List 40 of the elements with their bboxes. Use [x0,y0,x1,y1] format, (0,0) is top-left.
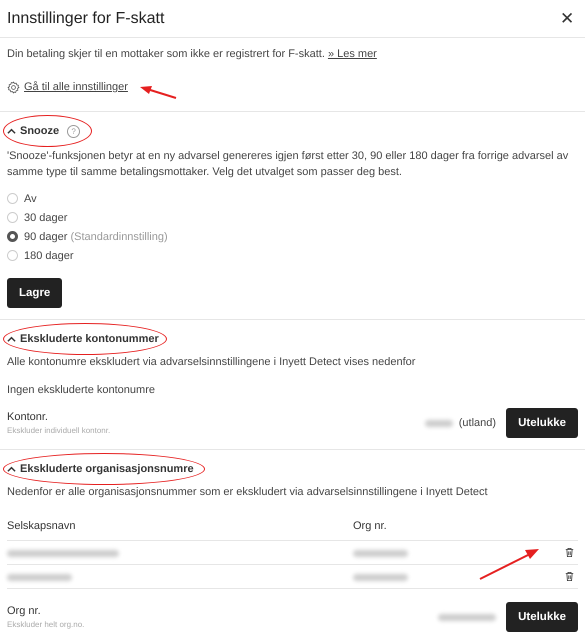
description-text: 'Snooze'-funksjonen betyr at en ny advarsel genereres igjen først etter 30, 90 eller 180 dager fra forrige advarsel av samme type til samme betalingsmottaker. Velg det utvalget som passer deg best. [7,149,570,180]
radio-label: 90 dager [24,230,68,242]
radio-label: Av [24,192,37,204]
empty-state-text: Ingen ekskluderte kontonumre [7,384,156,396]
radio-label: 30 dager [24,212,68,224]
collapse-icon[interactable] [7,464,16,474]
field-suffix: (utland) [458,417,496,429]
field-hint: Ekskluder individuell kontonr. [7,426,112,435]
exclude-button[interactable]: Utelukke [506,602,578,632]
column-header: Org nr. [353,520,388,532]
save-button[interactable]: Lagre [7,278,62,308]
description-text: Nedenfor er alle organisasjonsnummer som er ekskludert via advarselsinnstillingene i Inyett Detect [7,486,489,498]
field-hint: Ekskluder helt org.no. [7,620,86,629]
section-title: Ekskluderte organisasjonsnumre [20,463,194,475]
read-more-link[interactable]: » Les mer [328,48,377,60]
redacted-text [424,420,453,426]
intro-text: Din betaling skjer til en mottaker som ikke er registrert for F-skatt. » Les mer [7,48,378,60]
section-title: Snooze [20,125,60,137]
radio-label: 180 dager [24,250,74,262]
trash-icon[interactable] [565,547,574,558]
redacted-text [438,614,496,620]
radio-note: (Standardinnstilling) [70,230,168,242]
field-label: Org nr. [7,605,42,617]
close-button[interactable]: ✕ [556,8,578,29]
annotation-arrow [478,547,540,581]
description-text: Alle kontonumre ekskludert via advarselsinnstillingene i Inyett Detect vises nedenfor [7,356,416,368]
dialog-title: Innstillinger for F-skatt [7,10,164,28]
field-label: Kontonr. [7,411,49,423]
collapse-icon[interactable] [7,334,16,344]
redacted-text [353,550,408,556]
section-title: Ekskluderte kontonummer [20,333,159,345]
collapse-icon[interactable] [7,126,16,136]
redacted-text [353,574,408,580]
settings-icon [7,80,20,94]
redacted-text [7,574,72,580]
column-header: Selskapsnavn [7,520,76,532]
exclude-button[interactable]: Utelukke [506,408,578,438]
settings-link[interactable]: Gå til alle innstillinger [24,81,128,93]
trash-icon[interactable] [565,571,574,582]
radio-button[interactable] [7,231,18,242]
